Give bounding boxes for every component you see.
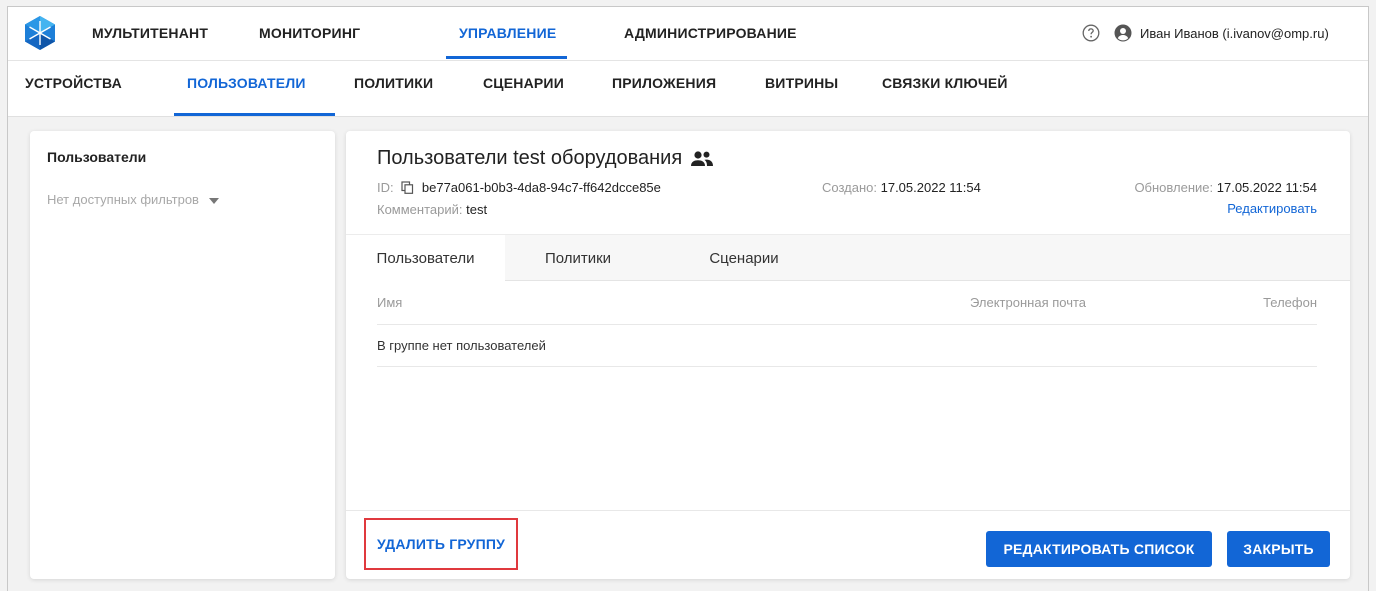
subnav-applications[interactable]: ПРИЛОЖЕНИЯ [612, 75, 716, 91]
filter-dropdown-label: Нет доступных фильтров [47, 192, 199, 207]
copy-icon[interactable] [401, 181, 414, 194]
caret-down-icon [208, 197, 219, 204]
subnav-keychains[interactable]: СВЯЗКИ КЛЮЧЕЙ [882, 75, 1008, 91]
app-logo-icon[interactable] [22, 15, 58, 51]
tab-scenarios[interactable]: Сценарии [681, 235, 807, 282]
subnav-storefronts[interactable]: ВИТРИНЫ [765, 75, 838, 91]
tab-users[interactable]: Пользователи [346, 235, 505, 282]
group-title: Пользователи test оборудования [377, 147, 714, 170]
users-table-header: Имя Электронная почта Телефон [377, 281, 1317, 325]
group-created-value: 17.05.2022 11:54 [880, 180, 981, 195]
subnav-devices[interactable]: УСТРОЙСТВА [25, 75, 122, 91]
tab-policies[interactable]: Политики [515, 235, 641, 282]
group-updated-value: 17.05.2022 11:54 [1216, 180, 1317, 195]
column-name[interactable]: Имя [377, 295, 402, 310]
group-updated-line: Обновление: 17.05.2022 11:54 [1134, 180, 1317, 195]
help-circle-icon[interactable] [1082, 24, 1100, 42]
group-id-value[interactable]: be77a061-b0b3-4da8-94c7-ff642dcce85e [422, 180, 661, 195]
close-button[interactable]: ЗАКРЫТЬ [1227, 531, 1330, 567]
top-header: МУЛЬТИТЕНАНТ МОНИТОРИНГ УПРАВЛЕНИЕ АДМИН… [8, 7, 1368, 61]
sub-navigation: УСТРОЙСТВА ПОЛЬЗОВАТЕЛИ ПОЛИТИКИ СЦЕНАРИ… [8, 61, 1368, 117]
group-comment-value: test [466, 202, 488, 217]
filter-dropdown[interactable]: Нет доступных фильтров [47, 192, 219, 207]
group-comment-line: Комментарий: test [377, 202, 487, 217]
subnav-users[interactable]: ПОЛЬЗОВАТЕЛИ [187, 75, 306, 91]
delete-group-button[interactable]: УДАЛИТЬ ГРУППУ [364, 518, 518, 570]
topnav-management[interactable]: УПРАВЛЕНИЕ [459, 25, 556, 41]
group-details-panel: Пользователи test оборудования ID: be77a… [346, 131, 1350, 579]
group-created-line: Создано: 17.05.2022 11:54 [822, 180, 981, 195]
empty-table-message: В группе нет пользователей [377, 338, 546, 353]
group-id-label: ID: [377, 180, 394, 195]
column-phone[interactable]: Телефон [1263, 295, 1317, 310]
topnav-active-indicator [446, 56, 567, 59]
app-window: МУЛЬТИТЕНАНТ МОНИТОРИНГ УПРАВЛЕНИЕ АДМИН… [7, 6, 1369, 591]
topnav-monitoring[interactable]: МОНИТОРИНГ [259, 25, 360, 41]
group-title-text: Пользователи test оборудования [377, 147, 683, 169]
users-table-empty-row: В группе нет пользователей [377, 325, 1317, 367]
account-circle-icon[interactable] [1114, 24, 1132, 42]
group-id-line: ID: be77a061-b0b3-4da8-94c7-ff642dcce85e [377, 180, 661, 195]
group-users-icon [691, 150, 714, 166]
topnav-administration[interactable]: АДМИНИСТРИРОВАНИЕ [624, 25, 797, 41]
subnav-policies[interactable]: ПОЛИТИКИ [354, 75, 433, 91]
user-name[interactable]: Иван Иванов (i.ivanov@omp.ru) [1140, 26, 1329, 41]
subnav-scenarios[interactable]: СЦЕНАРИИ [483, 75, 564, 91]
footer-divider [346, 510, 1350, 511]
filter-panel-title: Пользователи [47, 149, 147, 165]
group-comment-label: Комментарий: [377, 202, 463, 217]
filter-panel: Пользователи Нет доступных фильтров [30, 131, 335, 579]
group-created-label: Создано: [822, 180, 877, 195]
group-updated-label: Обновление: [1134, 180, 1214, 195]
edit-group-link[interactable]: Редактировать [1227, 201, 1317, 216]
edit-list-button[interactable]: РЕДАКТИРОВАТЬ СПИСОК [986, 531, 1212, 567]
group-tabs: Пользователи Политики Сценарии [346, 234, 1350, 282]
topnav-multitenant[interactable]: МУЛЬТИТЕНАНТ [92, 25, 208, 41]
subnav-active-indicator [174, 113, 335, 116]
column-email[interactable]: Электронная почта [970, 295, 1086, 310]
